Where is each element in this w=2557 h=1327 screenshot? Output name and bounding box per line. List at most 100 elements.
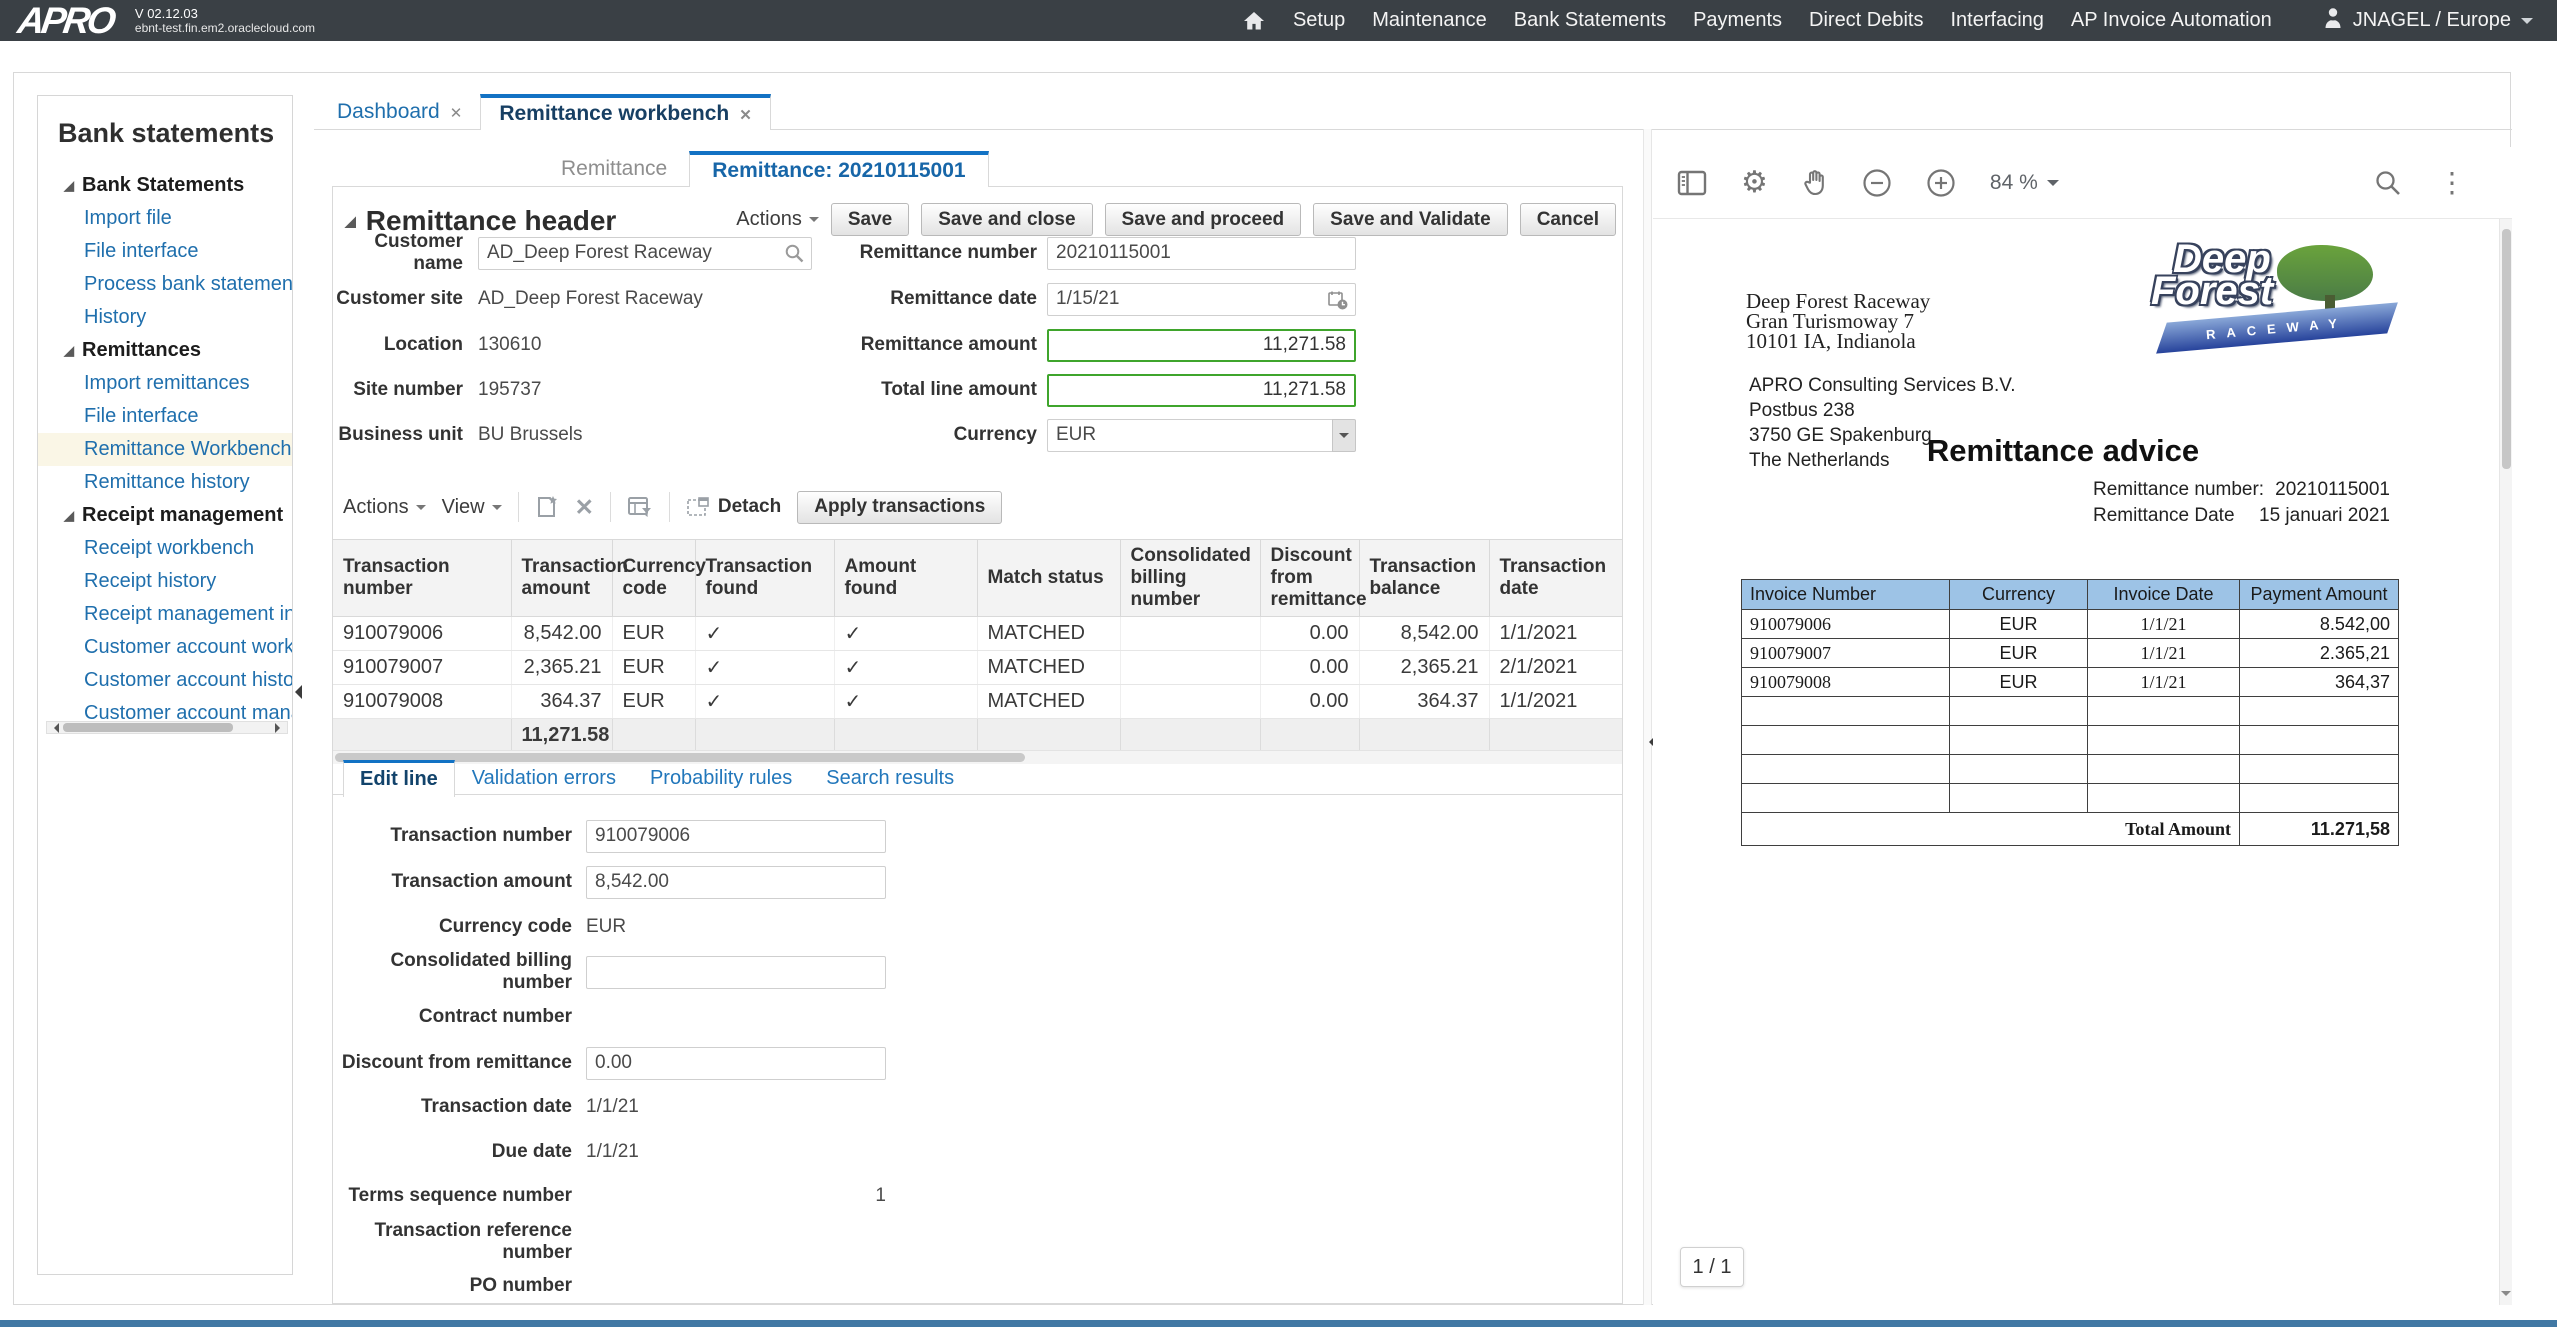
- grid-view-menu[interactable]: View: [442, 496, 502, 519]
- col-amount-found[interactable]: Amount found: [834, 540, 977, 617]
- search-icon[interactable]: [784, 243, 805, 269]
- menu-maintenance[interactable]: Maintenance: [1372, 9, 1487, 32]
- col-transaction-amount[interactable]: Transaction amount: [511, 540, 612, 617]
- calendar-icon[interactable]: [1327, 289, 1349, 316]
- apply-transactions-button[interactable]: Apply transactions: [797, 491, 1002, 524]
- table-row[interactable]: 910079007 2,365.21 EUR ✓ ✓ MATCHED 0.00 …: [333, 651, 1623, 685]
- close-icon[interactable]: [450, 100, 463, 124]
- sidebar-item-import-remittances[interactable]: Import remittances: [38, 367, 292, 400]
- menu-direct-debits[interactable]: Direct Debits: [1809, 9, 1923, 32]
- menu-ap-invoice-automation[interactable]: AP Invoice Automation: [2071, 9, 2272, 32]
- save-and-proceed-button[interactable]: Save and proceed: [1105, 203, 1302, 236]
- tab-remittance-detail[interactable]: Remittance: 20210115001: [689, 151, 988, 187]
- sidebar-item-remittance-workbench[interactable]: Remittance Workbench: [38, 433, 292, 466]
- dropdown-button[interactable]: [1332, 419, 1356, 452]
- business-unit-value: BU Brussels: [478, 424, 583, 446]
- pdf-zoom-level[interactable]: 84 %: [1990, 171, 2059, 195]
- scroll-down-icon[interactable]: [2501, 1291, 2511, 1301]
- pdf-zoom-in-icon[interactable]: [1926, 168, 1956, 198]
- table-row[interactable]: 910079008 364.37 EUR ✓ ✓ MATCHED 0.00 36…: [333, 685, 1623, 719]
- invoice-empty-row: [1742, 784, 2399, 813]
- remittance-number-label: Remittance number: [853, 242, 1037, 264]
- col-discount-from-remittance[interactable]: Discount from remittance: [1260, 540, 1359, 617]
- sidebar-item-import-file[interactable]: Import file: [38, 202, 292, 235]
- sidebar-item-customer-account-workbench[interactable]: Customer account workbench: [38, 631, 292, 664]
- sidebar-group-bank-statements[interactable]: ◢Bank Statements: [38, 169, 292, 202]
- detail-transaction-number-input[interactable]: [586, 820, 886, 853]
- detail-transaction-date-value: 1/1/21: [586, 1096, 639, 1118]
- sidebar-item-history[interactable]: History: [38, 301, 292, 334]
- header-actions-menu[interactable]: Actions: [736, 208, 819, 231]
- scrollbar-thumb[interactable]: [2502, 229, 2511, 469]
- scroll-left-icon[interactable]: [49, 723, 59, 733]
- header-actions: Actions Save Save and close Save and pro…: [736, 203, 1616, 236]
- user-menu[interactable]: JNAGEL / Europe: [2323, 7, 2533, 34]
- tab-remittance[interactable]: Remittance: [539, 151, 689, 187]
- detail-consolidated-billing-input[interactable]: [586, 956, 886, 989]
- home-icon[interactable]: [1242, 9, 1266, 33]
- pdf-search-icon[interactable]: [2374, 169, 2402, 197]
- sidebar-item-receipt-management-info[interactable]: Receipt management info: [38, 598, 292, 631]
- total-line-amount-input[interactable]: [1047, 374, 1356, 407]
- detail-transaction-amount-input[interactable]: [586, 866, 886, 899]
- sidebar-item-remittance-history[interactable]: Remittance history: [38, 466, 292, 499]
- sidebar-item-customer-account-history[interactable]: Customer account history: [38, 664, 292, 697]
- query-by-example-icon[interactable]: [627, 495, 653, 519]
- save-button[interactable]: Save: [831, 203, 909, 236]
- scroll-right-icon[interactable]: [275, 723, 285, 733]
- collapse-triangle-icon[interactable]: ◢: [345, 213, 356, 230]
- pdf-settings-gear-icon[interactable]: ⚙: [1741, 165, 1768, 200]
- remittance-amount-input[interactable]: [1047, 329, 1356, 362]
- pdf-hand-tool-icon[interactable]: [1802, 169, 1828, 197]
- pdf-zoom-out-icon[interactable]: [1862, 168, 1892, 198]
- close-icon[interactable]: [739, 102, 752, 126]
- customer-name-input[interactable]: [478, 237, 812, 270]
- grid-actions-menu[interactable]: Actions: [343, 496, 426, 519]
- col-transaction-balance[interactable]: Transaction balance: [1359, 540, 1489, 617]
- remittance-date-input[interactable]: [1047, 283, 1356, 316]
- save-and-validate-button[interactable]: Save and Validate: [1313, 203, 1508, 236]
- pdf-sidebar-toggle-icon[interactable]: [1677, 170, 1707, 196]
- detail-contract-number-label: Contract number: [333, 1006, 572, 1028]
- currency-select[interactable]: EUR: [1047, 419, 1356, 452]
- sidebar-group-remittances[interactable]: ◢Remittances: [38, 334, 292, 367]
- menu-setup[interactable]: Setup: [1293, 9, 1345, 32]
- sidebar-item-receipt-workbench[interactable]: Receipt workbench: [38, 532, 292, 565]
- pdf-more-options-icon[interactable]: ⋮: [2438, 166, 2466, 199]
- col-transaction-number[interactable]: Transaction number: [333, 540, 511, 617]
- pane-splitter[interactable]: [1643, 129, 1652, 1305]
- sidebar-item-receipt-history[interactable]: Receipt history: [38, 565, 292, 598]
- tab-remittance-workbench[interactable]: Remittance workbench: [480, 94, 770, 130]
- sidebar-item-process-bank-statements[interactable]: Process bank statements: [38, 268, 292, 301]
- cancel-button[interactable]: Cancel: [1520, 203, 1616, 236]
- sidebar-collapse-handle[interactable]: [288, 685, 302, 699]
- delete-row-icon[interactable]: ✕: [575, 494, 594, 521]
- tab-dashboard[interactable]: Dashboard: [319, 94, 480, 130]
- tab-validation-errors[interactable]: Validation errors: [455, 760, 633, 797]
- detach-button[interactable]: Detach: [686, 496, 781, 518]
- detail-discount-input[interactable]: [586, 1047, 886, 1080]
- tab-search-results[interactable]: Search results: [809, 760, 971, 797]
- col-match-status[interactable]: Match status: [977, 540, 1120, 617]
- detail-transaction-date-label: Transaction date: [333, 1096, 572, 1118]
- remittance-number-input[interactable]: [1047, 237, 1356, 270]
- sidebar-group-receipt-management[interactable]: ◢Receipt management: [38, 499, 292, 532]
- tab-edit-line[interactable]: Edit line: [343, 760, 455, 797]
- new-row-icon[interactable]: [535, 494, 559, 520]
- scrollbar-thumb[interactable]: [63, 723, 233, 732]
- menu-payments[interactable]: Payments: [1693, 9, 1782, 32]
- col-consolidated-billing-number[interactable]: Consolidated billing number: [1120, 540, 1260, 617]
- col-transaction-found[interactable]: Transaction found: [695, 540, 834, 617]
- sidebar-item-file-interface-2[interactable]: File interface: [38, 400, 292, 433]
- sidebar-item-file-interface[interactable]: File interface: [38, 235, 292, 268]
- col-transaction-date[interactable]: Transaction date: [1489, 540, 1623, 617]
- menu-bank-statements[interactable]: Bank Statements: [1514, 9, 1666, 32]
- pdf-vertical-scrollbar[interactable]: [2499, 219, 2512, 1305]
- sidebar-horizontal-scrollbar[interactable]: [46, 721, 288, 734]
- invoice-total-row: Total Amount 11.271,58: [1742, 813, 2399, 846]
- save-and-close-button[interactable]: Save and close: [921, 203, 1092, 236]
- col-currency-code[interactable]: Currency code: [612, 540, 695, 617]
- menu-interfacing[interactable]: Interfacing: [1951, 9, 2044, 32]
- tab-probability-rules[interactable]: Probability rules: [633, 760, 809, 797]
- table-row[interactable]: 910079006 8,542.00 EUR ✓ ✓ MATCHED 0.00 …: [333, 617, 1623, 651]
